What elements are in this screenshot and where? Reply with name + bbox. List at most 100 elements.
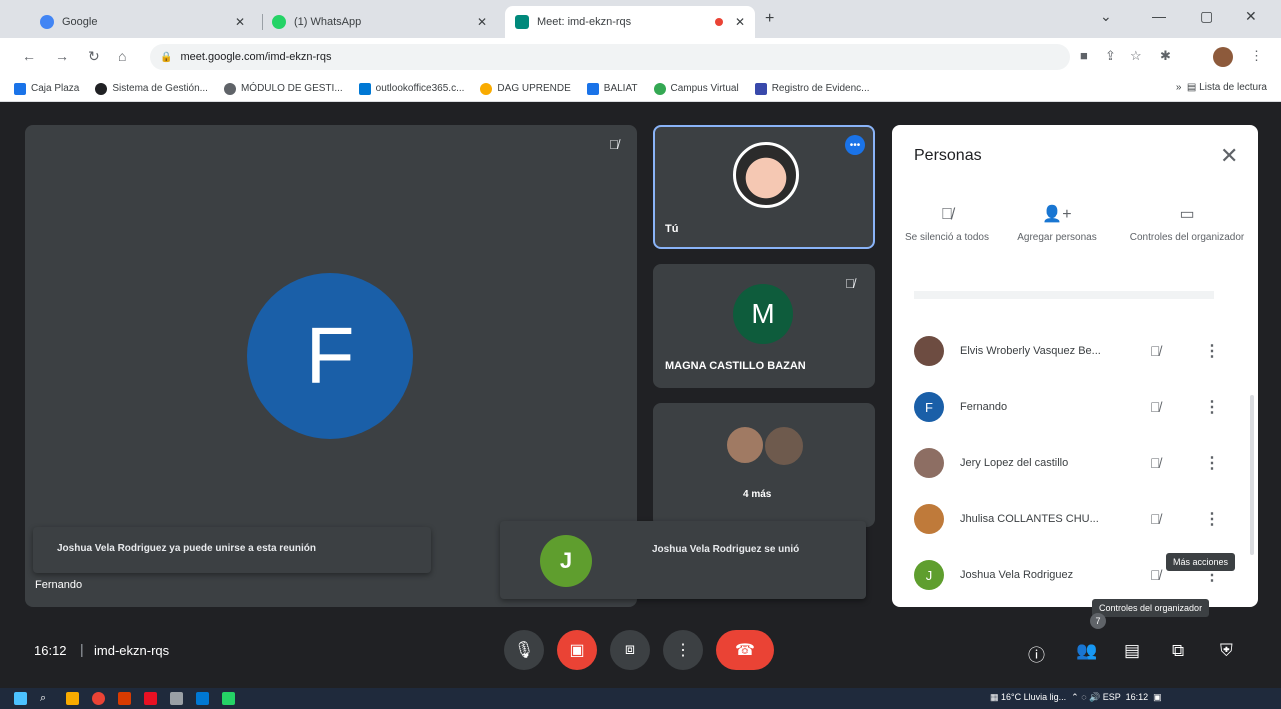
back-icon[interactable]: ← [22, 48, 36, 64]
reading-list[interactable]: » ▤ Lista de lectura [1176, 82, 1267, 93]
bookmark-label: Caja Plaza [31, 83, 80, 94]
list-item[interactable]: Jery Lopez del castillo 🎙̸ ⋮ [892, 435, 1258, 491]
self-video-tile[interactable]: ••• Tú [653, 125, 875, 249]
avatar: J [914, 560, 944, 590]
close-icon[interactable]: ✕ [1220, 143, 1238, 169]
tab-google[interactable]: Google ✕ [30, 6, 255, 38]
more-options-icon[interactable]: ⋮ [1204, 341, 1220, 361]
meet-favicon-icon [515, 15, 529, 29]
present-screen-button[interactable]: ⧈ [610, 630, 650, 670]
app-icon[interactable] [196, 692, 209, 705]
bookmark-label: Campus Virtual [670, 83, 739, 94]
participant-joined-toast: J Joshua Vela Rodriguez se unió [500, 521, 866, 599]
more-options-icon[interactable]: ⋮ [1204, 397, 1220, 417]
bookmark-item[interactable]: DAG UPRENDE [480, 82, 571, 95]
bookmark-item[interactable]: MÓDULO DE GESTI... [223, 82, 343, 95]
close-tab-icon[interactable]: ✕ [235, 15, 245, 29]
participant-name: Jhulisa COLLANTES CHU... [960, 513, 1099, 525]
host-controls-button[interactable]: ▭ Controles del organizador [1122, 207, 1252, 245]
forward-icon[interactable]: → [55, 48, 69, 64]
camera-off-button[interactable]: ▣ [557, 630, 597, 670]
close-window-icon[interactable]: ✕ [1245, 8, 1257, 25]
bookmark-icon [14, 82, 26, 95]
avatar [914, 448, 944, 478]
chat-icon[interactable]: ▤ [1124, 641, 1140, 661]
meeting-controls-bar: 16:12 | imd-ekzn-rqs 🎙 ▣ ⧈ ⋮ ☎ ⓘ 👥 ▤ ⧉ ⛨ [0, 613, 1281, 683]
avatar: F [914, 392, 944, 422]
mic-off-icon[interactable]: 🎙̸ [1150, 455, 1161, 471]
mic-off-icon[interactable]: 🎙̸ [1150, 567, 1161, 583]
participant-name: Jery Lopez del castillo [960, 457, 1069, 469]
extensions-icon[interactable]: ✱ [1160, 48, 1171, 64]
taskbar-clock: 16:12 [1125, 692, 1149, 702]
more-options-icon[interactable]: ⋮ [1204, 453, 1220, 473]
add-people-button[interactable]: 👤+ Agregar personas [1002, 207, 1112, 245]
bookmark-icon [586, 82, 599, 95]
bookmark-item[interactable]: Sistema de Gestión... [95, 82, 208, 95]
url-input[interactable]: 🔒 meet.google.com/imd-ekzn-rqs [150, 44, 1070, 70]
more-options-icon[interactable]: ⋮ [1204, 509, 1220, 529]
app-icon[interactable] [170, 692, 183, 705]
mic-off-icon[interactable]: 🎙̸ [1150, 399, 1161, 415]
pdf-reader-icon[interactable] [144, 692, 157, 705]
panel-scrollbar[interactable] [1250, 395, 1254, 555]
bookmark-item[interactable]: Campus Virtual [653, 82, 739, 95]
tab-search-icon[interactable]: ⌄ [1100, 8, 1112, 25]
whatsapp-favicon-icon [272, 15, 286, 29]
participant-tile[interactable]: 🎙̸ M MAGNA CASTILLO BAZAN [653, 264, 875, 388]
participant-name: Fernando [35, 579, 83, 591]
home-icon[interactable]: ⌂ [118, 48, 126, 64]
new-tab-button[interactable]: + [765, 10, 774, 28]
leave-call-button[interactable]: ☎ [716, 630, 774, 670]
bookmark-star-icon[interactable]: ☆ [1130, 48, 1142, 64]
camera-indicator-icon[interactable]: ■ [1080, 48, 1088, 63]
meeting-time: 16:12 [34, 643, 67, 658]
bookmark-item[interactable]: outlookoffice365.c... [358, 82, 465, 95]
reload-icon[interactable]: ↻ [88, 48, 100, 65]
bookmark-item[interactable]: Caja Plaza [14, 82, 80, 95]
chrome-icon[interactable] [92, 692, 105, 705]
mic-off-icon[interactable]: 🎙̸ [1150, 511, 1161, 527]
search-icon[interactable]: ⌕ [40, 692, 53, 705]
mic-off-icon[interactable]: 🎙̸ [1150, 343, 1161, 359]
system-tray[interactable]: ▦ 16°C Lluvia lig... ⌃ ◌ 🔊 ESP 16:12 ▣ [990, 692, 1162, 703]
more-count-label: 4 más [743, 489, 772, 500]
close-tab-icon[interactable]: ✕ [477, 15, 487, 29]
join-permission-toast: Joshua Vela Rodriguez ya puede unirse a … [33, 527, 431, 573]
more-options-button[interactable]: ⋮ [663, 630, 703, 670]
minimize-icon[interactable]: — [1152, 8, 1166, 24]
list-item[interactable]: Elvis Wroberly Vasquez Be... 🎙̸ ⋮ [892, 323, 1258, 379]
more-actions-tooltip: Más acciones [1166, 553, 1236, 571]
windows-start-icon[interactable] [14, 692, 27, 705]
microphone-button[interactable]: 🎙 [504, 630, 544, 670]
maximize-icon[interactable]: ▢ [1200, 8, 1213, 25]
bookmark-item[interactable]: BALIAT [586, 82, 638, 95]
weather-text: 16°C Lluvia lig... [1001, 692, 1067, 702]
bookmark-item[interactable]: Registro de Evidenc... [754, 82, 870, 95]
host-controls-icon[interactable]: ⛨ [1220, 641, 1233, 661]
list-item[interactable]: Jhulisa COLLANTES CHU... 🎙̸ ⋮ [892, 491, 1258, 547]
meeting-details-icon[interactable]: ⓘ [1028, 641, 1045, 666]
mute-all-button[interactable]: 🎙̸ Se silenció a todos [892, 207, 1002, 245]
file-explorer-icon[interactable] [66, 692, 79, 705]
participant-name: Joshua Vela Rodriguez [960, 569, 1074, 581]
bookmark-label: outlookoffice365.c... [375, 83, 465, 94]
whatsapp-icon[interactable] [222, 692, 235, 705]
divider: | [80, 641, 84, 657]
list-item[interactable]: F Fernando 🎙̸ ⋮ [892, 379, 1258, 435]
tab-meet[interactable]: Meet: imd-ekzn-rqs ✕ [505, 6, 755, 38]
tab-whatsapp[interactable]: (1) WhatsApp ✕ [262, 6, 497, 38]
panel-title: Personas [914, 147, 982, 164]
profile-avatar[interactable] [1213, 47, 1233, 67]
bookmark-label: MÓDULO DE GESTI... [240, 83, 343, 94]
more-participants-tile[interactable]: 4 más [653, 403, 875, 527]
avatar [914, 504, 944, 534]
browser-menu-icon[interactable]: ⋮ [1250, 48, 1263, 64]
office-icon[interactable] [118, 692, 131, 705]
close-tab-icon[interactable]: ✕ [735, 15, 745, 29]
activities-icon[interactable]: ⧉ [1172, 641, 1184, 661]
share-icon[interactable]: ⇪ [1105, 48, 1116, 64]
more-options-icon[interactable]: ••• [845, 135, 865, 155]
camera-off-icon: ▣ [569, 642, 585, 659]
people-icon[interactable]: 👥 [1076, 641, 1097, 661]
